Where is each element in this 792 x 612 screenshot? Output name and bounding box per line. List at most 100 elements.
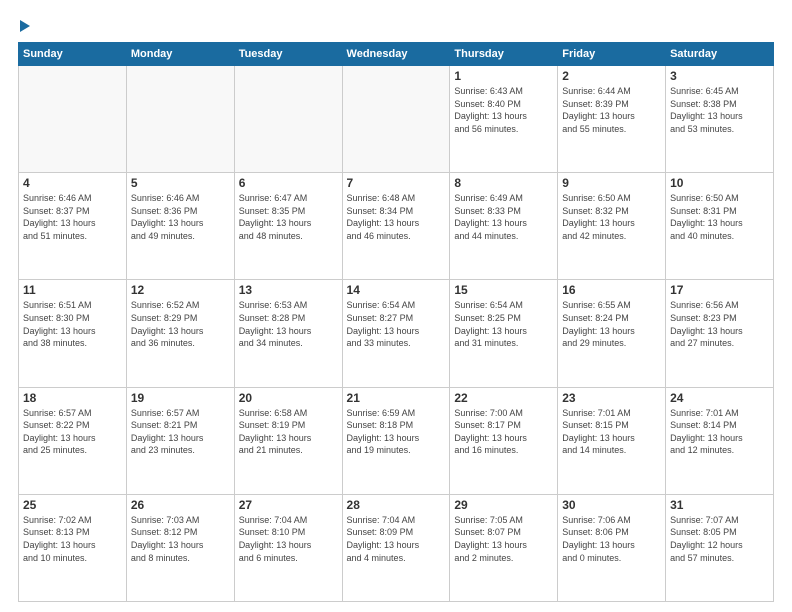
- weekday-header-wednesday: Wednesday: [342, 43, 450, 66]
- day-info: Sunrise: 6:58 AMSunset: 8:19 PMDaylight:…: [239, 407, 338, 457]
- calendar-cell: 2 Sunrise: 6:44 AMSunset: 8:39 PMDaylight…: [558, 66, 666, 173]
- calendar-cell: 26Sunrise: 7:03 AMSunset: 8:12 PMDayligh…: [126, 494, 234, 601]
- calendar-cell: 30 Sunrise: 7:06 AMSunset: 8:06 PMDayligh…: [558, 494, 666, 601]
- day-info: Sunrise: 6:54 AMSunset: 8:25 PMDaylight:…: [454, 299, 553, 349]
- calendar-cell: 10Sunrise: 6:50 AMSunset: 8:31 PMDayligh…: [666, 173, 774, 280]
- calendar-week-row: 4 Sunrise: 6:46 AMSunset: 8:37 PMDaylight…: [19, 173, 774, 280]
- calendar-cell: 28Sunrise: 7:04 AMSunset: 8:09 PMDayligh…: [342, 494, 450, 601]
- day-info: Sunrise: 6:55 AMSunset: 8:24 PMDaylight:…: [562, 299, 661, 349]
- day-info: Sunrise: 7:06 AMSunset: 8:06 PMDaylight:…: [562, 514, 661, 564]
- weekday-header-monday: Monday: [126, 43, 234, 66]
- calendar-cell: 20 Sunrise: 6:58 AMSunset: 8:19 PMDayligh…: [234, 387, 342, 494]
- day-number: 13: [239, 283, 338, 297]
- day-info: Sunrise: 6:49 AMSunset: 8:33 PMDaylight:…: [454, 192, 553, 242]
- day-info: Sunrise: 6:47 AMSunset: 8:35 PMDaylight:…: [239, 192, 338, 242]
- calendar-cell: 22 Sunrise: 7:00 AMSunset: 8:17 PMDayligh…: [450, 387, 558, 494]
- calendar-cell: [19, 66, 127, 173]
- calendar-cell: 25 Sunrise: 7:02 AMSunset: 8:13 PMDayligh…: [19, 494, 127, 601]
- day-number: 23: [562, 391, 661, 405]
- calendar-cell: 3 Sunrise: 6:45 AMSunset: 8:38 PMDaylight…: [666, 66, 774, 173]
- weekday-header-sunday: Sunday: [19, 43, 127, 66]
- calendar-week-row: 11 Sunrise: 6:51 AMSunset: 8:30 PMDayligh…: [19, 280, 774, 387]
- calendar-cell: 16 Sunrise: 6:55 AMSunset: 8:24 PMDayligh…: [558, 280, 666, 387]
- day-number: 20: [239, 391, 338, 405]
- day-number: 14: [347, 283, 446, 297]
- page: SundayMondayTuesdayWednesdayThursdayFrid…: [0, 0, 792, 612]
- calendar-table: SundayMondayTuesdayWednesdayThursdayFrid…: [18, 42, 774, 602]
- day-info: Sunrise: 6:45 AMSunset: 8:38 PMDaylight:…: [670, 85, 769, 135]
- calendar-week-row: 1 Sunrise: 6:43 AMSunset: 8:40 PMDaylight…: [19, 66, 774, 173]
- day-number: 18: [23, 391, 122, 405]
- calendar-cell: 9 Sunrise: 6:50 AMSunset: 8:32 PMDaylight…: [558, 173, 666, 280]
- calendar-cell: 14 Sunrise: 6:54 AMSunset: 8:27 PMDayligh…: [342, 280, 450, 387]
- calendar-cell: 24Sunrise: 7:01 AMSunset: 8:14 PMDayligh…: [666, 387, 774, 494]
- day-number: 31: [670, 498, 769, 512]
- calendar-cell: 27 Sunrise: 7:04 AMSunset: 8:10 PMDayligh…: [234, 494, 342, 601]
- day-number: 30: [562, 498, 661, 512]
- day-number: 3: [670, 69, 769, 83]
- day-number: 7: [347, 176, 446, 190]
- weekday-header-thursday: Thursday: [450, 43, 558, 66]
- calendar-cell: 5Sunrise: 6:46 AMSunset: 8:36 PMDaylight…: [126, 173, 234, 280]
- day-number: 24: [670, 391, 769, 405]
- day-number: 25: [23, 498, 122, 512]
- calendar-cell: 12Sunrise: 6:52 AMSunset: 8:29 PMDayligh…: [126, 280, 234, 387]
- day-number: 19: [131, 391, 230, 405]
- calendar-cell: 11 Sunrise: 6:51 AMSunset: 8:30 PMDayligh…: [19, 280, 127, 387]
- calendar-cell: 23 Sunrise: 7:01 AMSunset: 8:15 PMDayligh…: [558, 387, 666, 494]
- calendar-week-row: 18 Sunrise: 6:57 AMSunset: 8:22 PMDayligh…: [19, 387, 774, 494]
- weekday-header-saturday: Saturday: [666, 43, 774, 66]
- day-number: 27: [239, 498, 338, 512]
- day-number: 5: [131, 176, 230, 190]
- day-info: Sunrise: 7:00 AMSunset: 8:17 PMDaylight:…: [454, 407, 553, 457]
- day-info: Sunrise: 6:53 AMSunset: 8:28 PMDaylight:…: [239, 299, 338, 349]
- calendar-cell: [234, 66, 342, 173]
- day-number: 4: [23, 176, 122, 190]
- day-info: Sunrise: 6:56 AMSunset: 8:23 PMDaylight:…: [670, 299, 769, 349]
- day-number: 9: [562, 176, 661, 190]
- calendar-cell: 7 Sunrise: 6:48 AMSunset: 8:34 PMDaylight…: [342, 173, 450, 280]
- day-info: Sunrise: 6:57 AMSunset: 8:22 PMDaylight:…: [23, 407, 122, 457]
- weekday-header-tuesday: Tuesday: [234, 43, 342, 66]
- header: [18, 18, 774, 32]
- day-info: Sunrise: 6:46 AMSunset: 8:37 PMDaylight:…: [23, 192, 122, 242]
- day-number: 2: [562, 69, 661, 83]
- calendar-cell: 13 Sunrise: 6:53 AMSunset: 8:28 PMDayligh…: [234, 280, 342, 387]
- day-info: Sunrise: 6:48 AMSunset: 8:34 PMDaylight:…: [347, 192, 446, 242]
- day-info: Sunrise: 6:51 AMSunset: 8:30 PMDaylight:…: [23, 299, 122, 349]
- calendar-cell: 31 Sunrise: 7:07 AMSunset: 8:05 PMDayligh…: [666, 494, 774, 601]
- day-info: Sunrise: 6:59 AMSunset: 8:18 PMDaylight:…: [347, 407, 446, 457]
- day-info: Sunrise: 6:54 AMSunset: 8:27 PMDaylight:…: [347, 299, 446, 349]
- day-info: Sunrise: 6:50 AMSunset: 8:32 PMDaylight:…: [562, 192, 661, 242]
- day-number: 21: [347, 391, 446, 405]
- calendar-cell: 4 Sunrise: 6:46 AMSunset: 8:37 PMDaylight…: [19, 173, 127, 280]
- day-number: 26: [131, 498, 230, 512]
- day-info: Sunrise: 7:01 AMSunset: 8:15 PMDaylight:…: [562, 407, 661, 457]
- day-number: 15: [454, 283, 553, 297]
- weekday-header-row: SundayMondayTuesdayWednesdayThursdayFrid…: [19, 43, 774, 66]
- day-info: Sunrise: 6:44 AMSunset: 8:39 PMDaylight:…: [562, 85, 661, 135]
- day-number: 28: [347, 498, 446, 512]
- day-info: Sunrise: 7:04 AMSunset: 8:10 PMDaylight:…: [239, 514, 338, 564]
- day-info: Sunrise: 7:02 AMSunset: 8:13 PMDaylight:…: [23, 514, 122, 564]
- calendar-cell: [342, 66, 450, 173]
- calendar-cell: [126, 66, 234, 173]
- day-info: Sunrise: 6:43 AMSunset: 8:40 PMDaylight:…: [454, 85, 553, 135]
- calendar-cell: 6Sunrise: 6:47 AMSunset: 8:35 PMDaylight…: [234, 173, 342, 280]
- day-info: Sunrise: 6:57 AMSunset: 8:21 PMDaylight:…: [131, 407, 230, 457]
- day-number: 1: [454, 69, 553, 83]
- day-info: Sunrise: 7:05 AMSunset: 8:07 PMDaylight:…: [454, 514, 553, 564]
- calendar-cell: 21 Sunrise: 6:59 AMSunset: 8:18 PMDayligh…: [342, 387, 450, 494]
- day-number: 11: [23, 283, 122, 297]
- day-number: 12: [131, 283, 230, 297]
- calendar-cell: 17Sunrise: 6:56 AMSunset: 8:23 PMDayligh…: [666, 280, 774, 387]
- day-number: 22: [454, 391, 553, 405]
- calendar-cell: 1 Sunrise: 6:43 AMSunset: 8:40 PMDaylight…: [450, 66, 558, 173]
- day-info: Sunrise: 7:07 AMSunset: 8:05 PMDaylight:…: [670, 514, 769, 564]
- weekday-header-friday: Friday: [558, 43, 666, 66]
- day-number: 8: [454, 176, 553, 190]
- day-info: Sunrise: 6:50 AMSunset: 8:31 PMDaylight:…: [670, 192, 769, 242]
- day-number: 29: [454, 498, 553, 512]
- day-number: 16: [562, 283, 661, 297]
- calendar-cell: 15 Sunrise: 6:54 AMSunset: 8:25 PMDayligh…: [450, 280, 558, 387]
